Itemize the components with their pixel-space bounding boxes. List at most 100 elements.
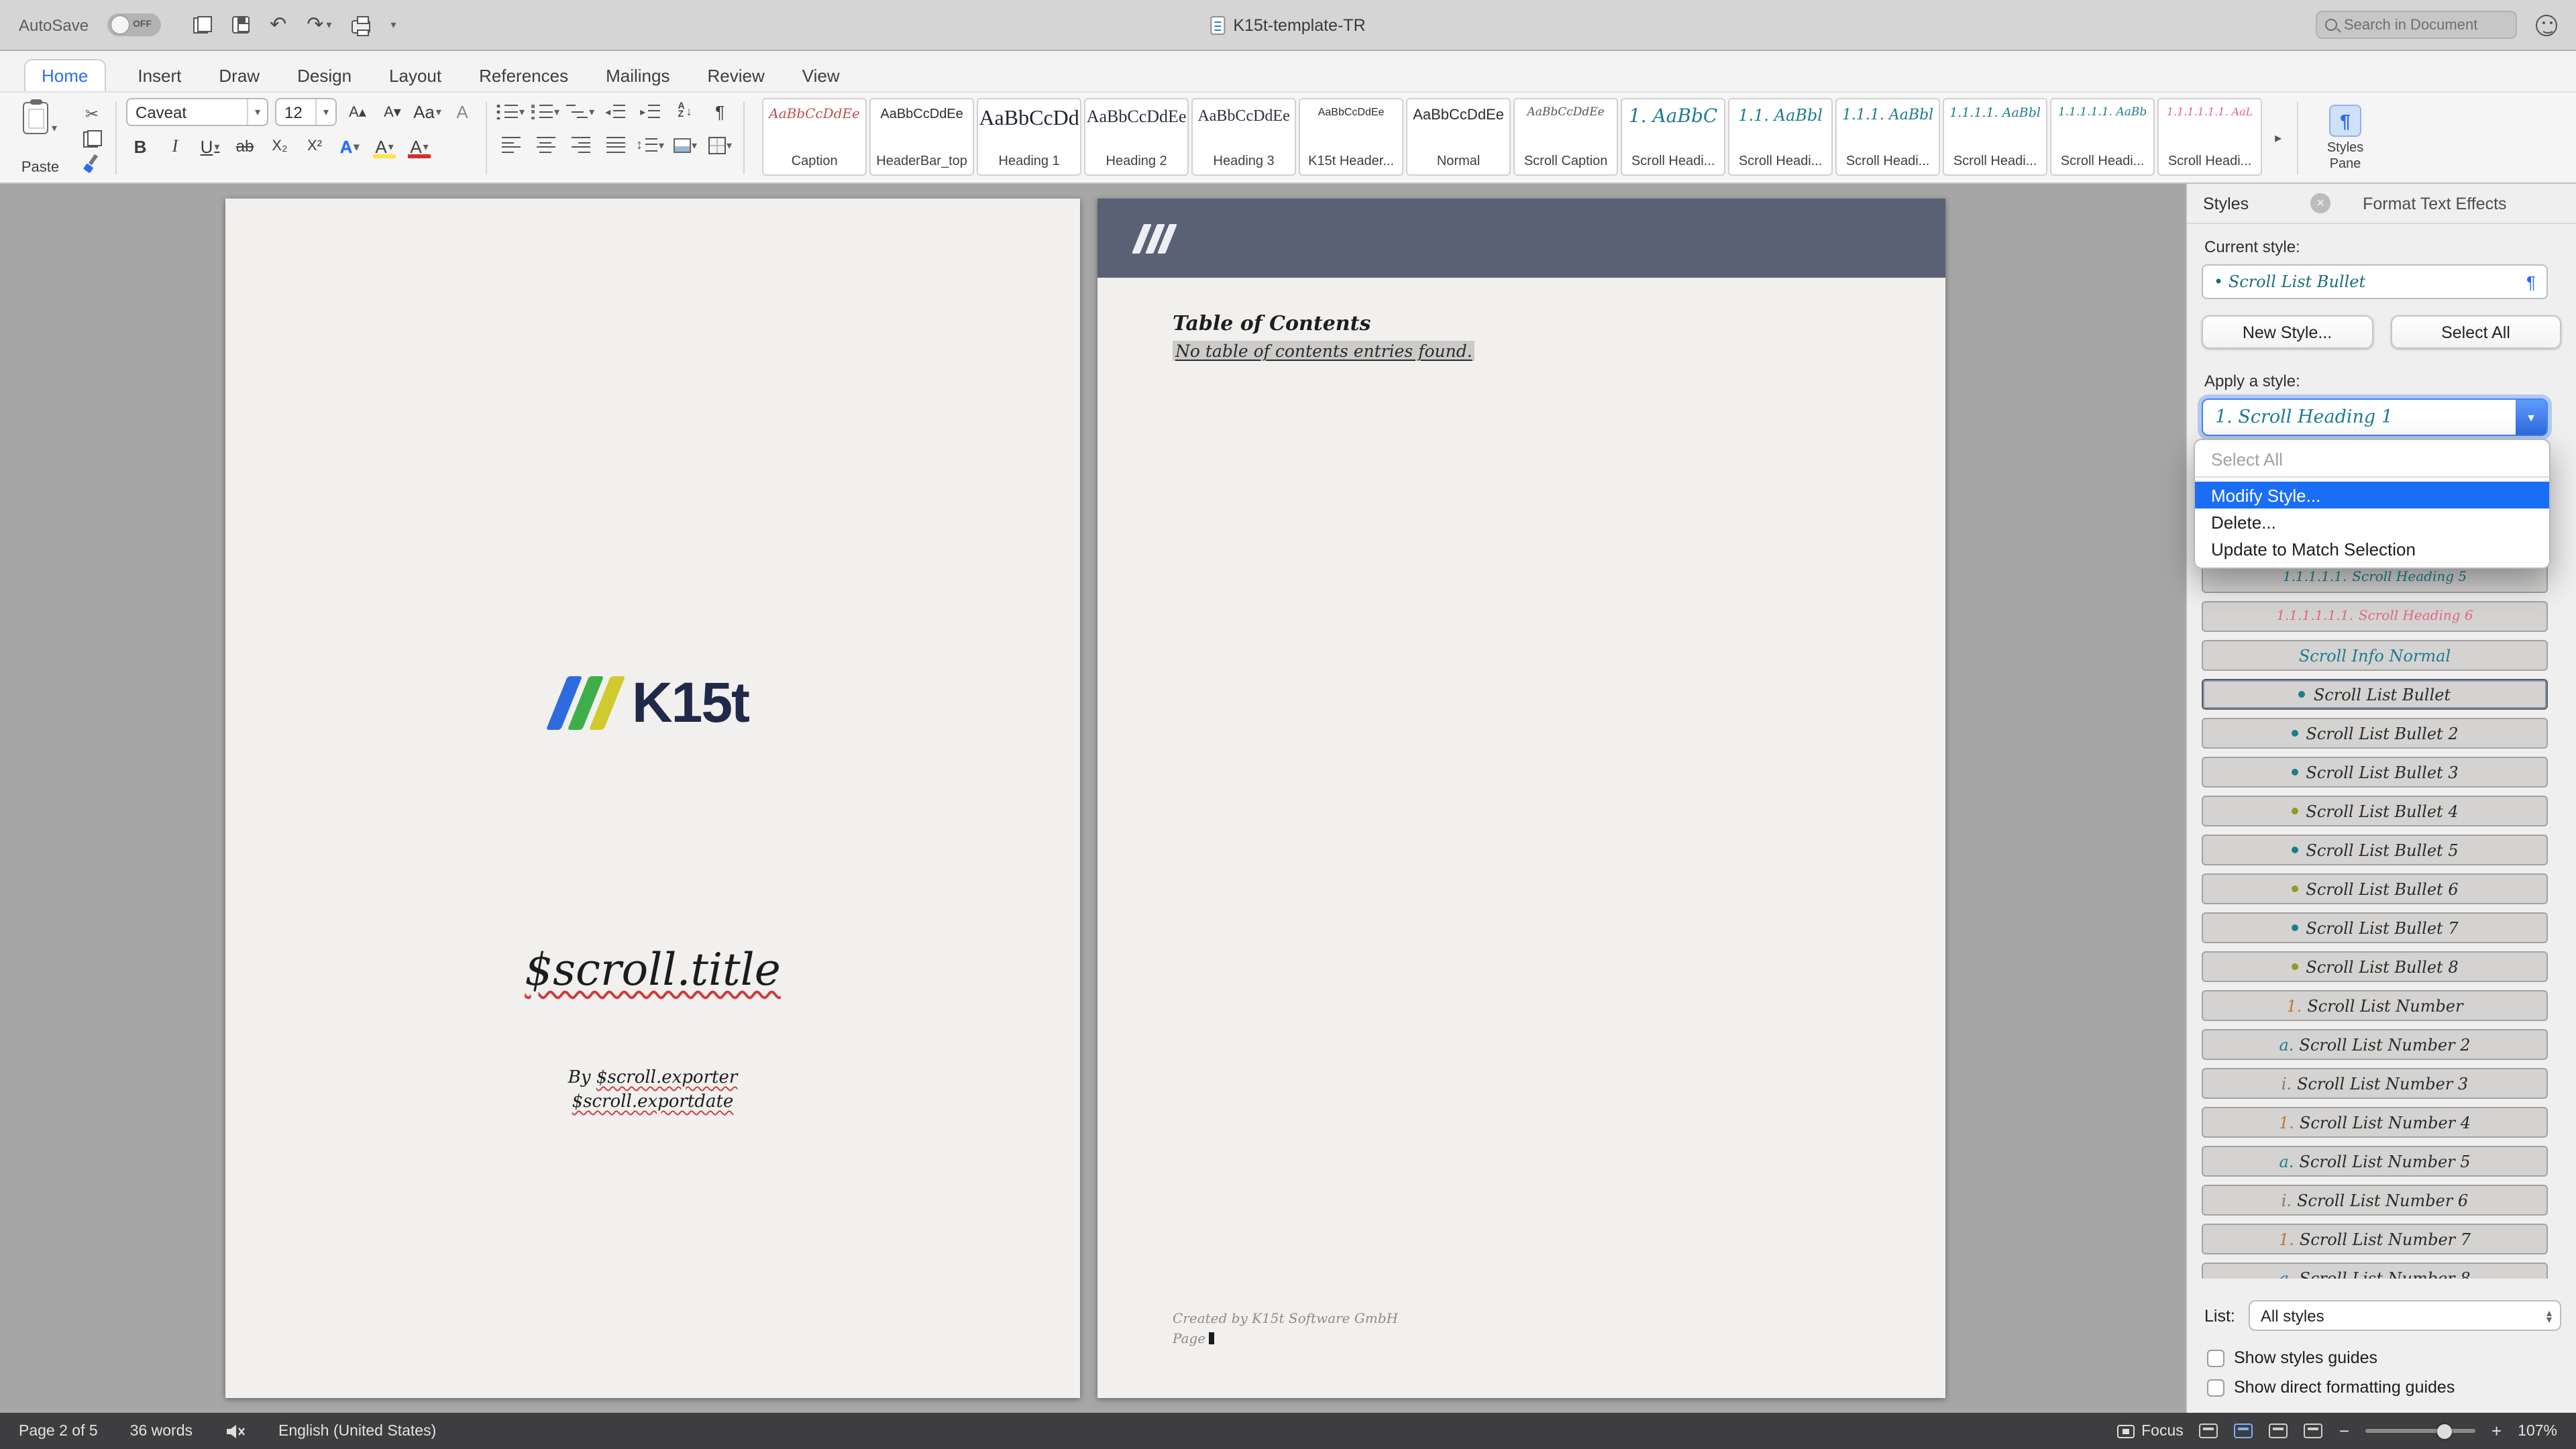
- show-paragraph-marks-button[interactable]: ¶: [706, 98, 734, 125]
- style-row[interactable]: Scroll List Bullet 6: [2202, 873, 2548, 904]
- print-layout-button[interactable]: [2235, 1424, 2253, 1438]
- zoom-in-button[interactable]: +: [2491, 1421, 2502, 1441]
- zoom-slider-thumb[interactable]: [2437, 1424, 2452, 1438]
- align-right-button[interactable]: [566, 131, 594, 158]
- tab-layout[interactable]: Layout: [384, 60, 447, 91]
- show-styles-guides-checkbox[interactable]: [2207, 1349, 2224, 1366]
- style-row[interactable]: 1.Scroll List Number: [2202, 990, 2548, 1021]
- subscript-button[interactable]: X₂: [266, 133, 294, 160]
- undo-button[interactable]: ↶: [270, 15, 286, 35]
- style-row[interactable]: i.Scroll List Number 3: [2202, 1068, 2548, 1099]
- style-gallery-item[interactable]: 1. AaBbCScroll Headi...: [1621, 98, 1725, 176]
- style-row[interactable]: 1.1.1.1.1.1.Scroll Heading 6: [2202, 601, 2548, 632]
- autosave-toggle[interactable]: OFF: [107, 13, 161, 36]
- zoom-out-button[interactable]: −: [2339, 1421, 2349, 1441]
- font-size-combo[interactable]: 12 ▾: [275, 98, 337, 126]
- page-toc[interactable]: Table of Contents No table of contents e…: [1097, 199, 1945, 1398]
- focus-button[interactable]: Focus: [2117, 1423, 2184, 1439]
- style-row[interactable]: 1.Scroll List Number 4: [2202, 1107, 2548, 1138]
- shading-button[interactable]: ▾: [671, 131, 699, 158]
- style-gallery-item[interactable]: AaBbCcDdEeScroll Caption: [1513, 98, 1618, 176]
- style-row[interactable]: Scroll List Bullet 5: [2202, 835, 2548, 865]
- page-cover[interactable]: K15t $scroll.title By $scroll.exporter $…: [225, 199, 1080, 1398]
- style-gallery-item[interactable]: AaBbCcDdEeNormal: [1406, 98, 1511, 176]
- format-painter-button[interactable]: [78, 150, 106, 174]
- style-row[interactable]: Scroll List Bullet: [2202, 679, 2548, 710]
- clear-formatting-button[interactable]: A: [448, 99, 476, 125]
- align-center-button[interactable]: [531, 131, 559, 158]
- underline-button[interactable]: U▾: [196, 133, 224, 160]
- current-style-box[interactable]: • Scroll List Bullet ¶: [2202, 264, 2548, 299]
- sort-button[interactable]: AZ↓: [671, 98, 699, 125]
- superscript-button[interactable]: X²: [301, 133, 329, 160]
- tab-styles[interactable]: Styles: [2203, 194, 2249, 213]
- align-left-button[interactable]: [496, 131, 525, 158]
- bold-button[interactable]: B: [126, 133, 154, 160]
- style-gallery-item[interactable]: AaBbCcDdEeK15t Header...: [1299, 98, 1403, 176]
- document-canvas[interactable]: K15t $scroll.title By $scroll.exporter $…: [0, 184, 2186, 1413]
- increase-indent-button[interactable]: ▸: [636, 98, 664, 125]
- cut-button[interactable]: ✂: [78, 102, 106, 126]
- quick-access-pages-button[interactable]: [193, 16, 212, 34]
- tab-format-text-effects[interactable]: Format Text Effects: [2363, 194, 2506, 213]
- scroll-title-field[interactable]: $scroll.title: [225, 943, 1080, 996]
- page-indicator[interactable]: Page 2 of 5: [19, 1423, 98, 1439]
- tab-mailings[interactable]: Mailings: [600, 60, 675, 91]
- style-gallery-item[interactable]: 1.1.1.1.1.1. AaLScroll Headi...: [2157, 98, 2262, 176]
- style-row[interactable]: a.Scroll List Number 8: [2202, 1263, 2548, 1279]
- copy-button[interactable]: [78, 126, 106, 150]
- mute-speaker-icon[interactable]: [225, 1423, 246, 1439]
- word-count[interactable]: 36 words: [130, 1423, 193, 1439]
- tab-review[interactable]: Review: [702, 60, 769, 91]
- multilevel-list-button[interactable]: ▾: [566, 98, 594, 125]
- style-gallery-item[interactable]: 1.1.1.1.1. AaBbScroll Headi...: [2050, 98, 2155, 176]
- search-input[interactable]: [2344, 17, 2534, 33]
- style-gallery-item[interactable]: AaBbCcDdEeHeading 3: [1191, 98, 1296, 176]
- exportdate-line[interactable]: $scroll.exportdate: [225, 1092, 1080, 1112]
- decrease-indent-button[interactable]: ◂: [601, 98, 629, 125]
- redo-button[interactable]: ↷▾: [307, 15, 331, 35]
- list-filter-select[interactable]: All styles ▴▾: [2249, 1300, 2561, 1331]
- justify-button[interactable]: [601, 131, 629, 158]
- style-row[interactable]: Scroll List Bullet 2: [2202, 718, 2548, 749]
- grow-font-button[interactable]: A▴: [343, 99, 372, 125]
- italic-button[interactable]: I: [161, 133, 189, 160]
- style-gallery-item[interactable]: 1.1.1. AaBblScroll Headi...: [1835, 98, 1940, 176]
- highlight-button[interactable]: A▾: [370, 133, 398, 160]
- font-color-button[interactable]: A▾: [405, 133, 433, 160]
- gallery-more-button[interactable]: ▸: [2269, 98, 2288, 178]
- outline-view-button[interactable]: [2304, 1424, 2323, 1438]
- style-row[interactable]: Scroll List Bullet 8: [2202, 951, 2548, 982]
- style-gallery-item[interactable]: AaBbCcDdEeHeading 2: [1084, 98, 1189, 176]
- show-direct-guides-checkbox[interactable]: [2207, 1379, 2224, 1396]
- style-gallery-item[interactable]: 1.1.1.1. AaBblScroll Headi...: [1943, 98, 2047, 176]
- styles-pane-button[interactable]: ¶ Styles Pane: [2310, 98, 2380, 178]
- byline[interactable]: By $scroll.exporter: [225, 1068, 1080, 1088]
- style-gallery-item[interactable]: AaBbCcDdEeCaption: [762, 98, 867, 176]
- style-row[interactable]: a.Scroll List Number 5: [2202, 1146, 2548, 1177]
- style-row[interactable]: 1.Scroll List Number 7: [2202, 1224, 2548, 1254]
- select-all-button[interactable]: Select All: [2390, 315, 2561, 349]
- toc-heading[interactable]: Table of Contents: [1173, 311, 1371, 335]
- menu-item-update-to-match-selection[interactable]: Update to Match Selection: [2195, 535, 2549, 562]
- feedback-smiley-icon[interactable]: [2536, 14, 2557, 36]
- style-row[interactable]: Scroll Info Normal: [2202, 640, 2548, 671]
- zoom-level[interactable]: 107%: [2518, 1423, 2557, 1439]
- tab-draw[interactable]: Draw: [213, 60, 265, 91]
- bullet-list-button[interactable]: ▾: [496, 98, 525, 125]
- paste-button[interactable]: ▾ Paste: [11, 98, 70, 178]
- text-effects-button[interactable]: A▾: [335, 133, 364, 160]
- style-gallery-item[interactable]: AaBbCcDdHeading 1: [977, 98, 1081, 176]
- tab-design[interactable]: Design: [292, 60, 357, 91]
- web-layout-button[interactable]: [2269, 1424, 2288, 1438]
- strikethrough-button[interactable]: ab: [231, 133, 259, 160]
- close-styles-pane-button[interactable]: ✕: [2310, 193, 2330, 213]
- line-spacing-button[interactable]: ↕▾: [636, 131, 664, 158]
- tab-insert[interactable]: Insert: [132, 60, 186, 91]
- zoom-slider[interactable]: [2365, 1429, 2475, 1433]
- style-row[interactable]: a.Scroll List Number 2: [2202, 1029, 2548, 1060]
- style-gallery-item[interactable]: 1.1. AaBblScroll Headi...: [1728, 98, 1833, 176]
- save-button[interactable]: [232, 16, 250, 34]
- print-button[interactable]: [352, 16, 370, 34]
- toc-empty-field[interactable]: No table of contents entries found.: [1173, 341, 1475, 361]
